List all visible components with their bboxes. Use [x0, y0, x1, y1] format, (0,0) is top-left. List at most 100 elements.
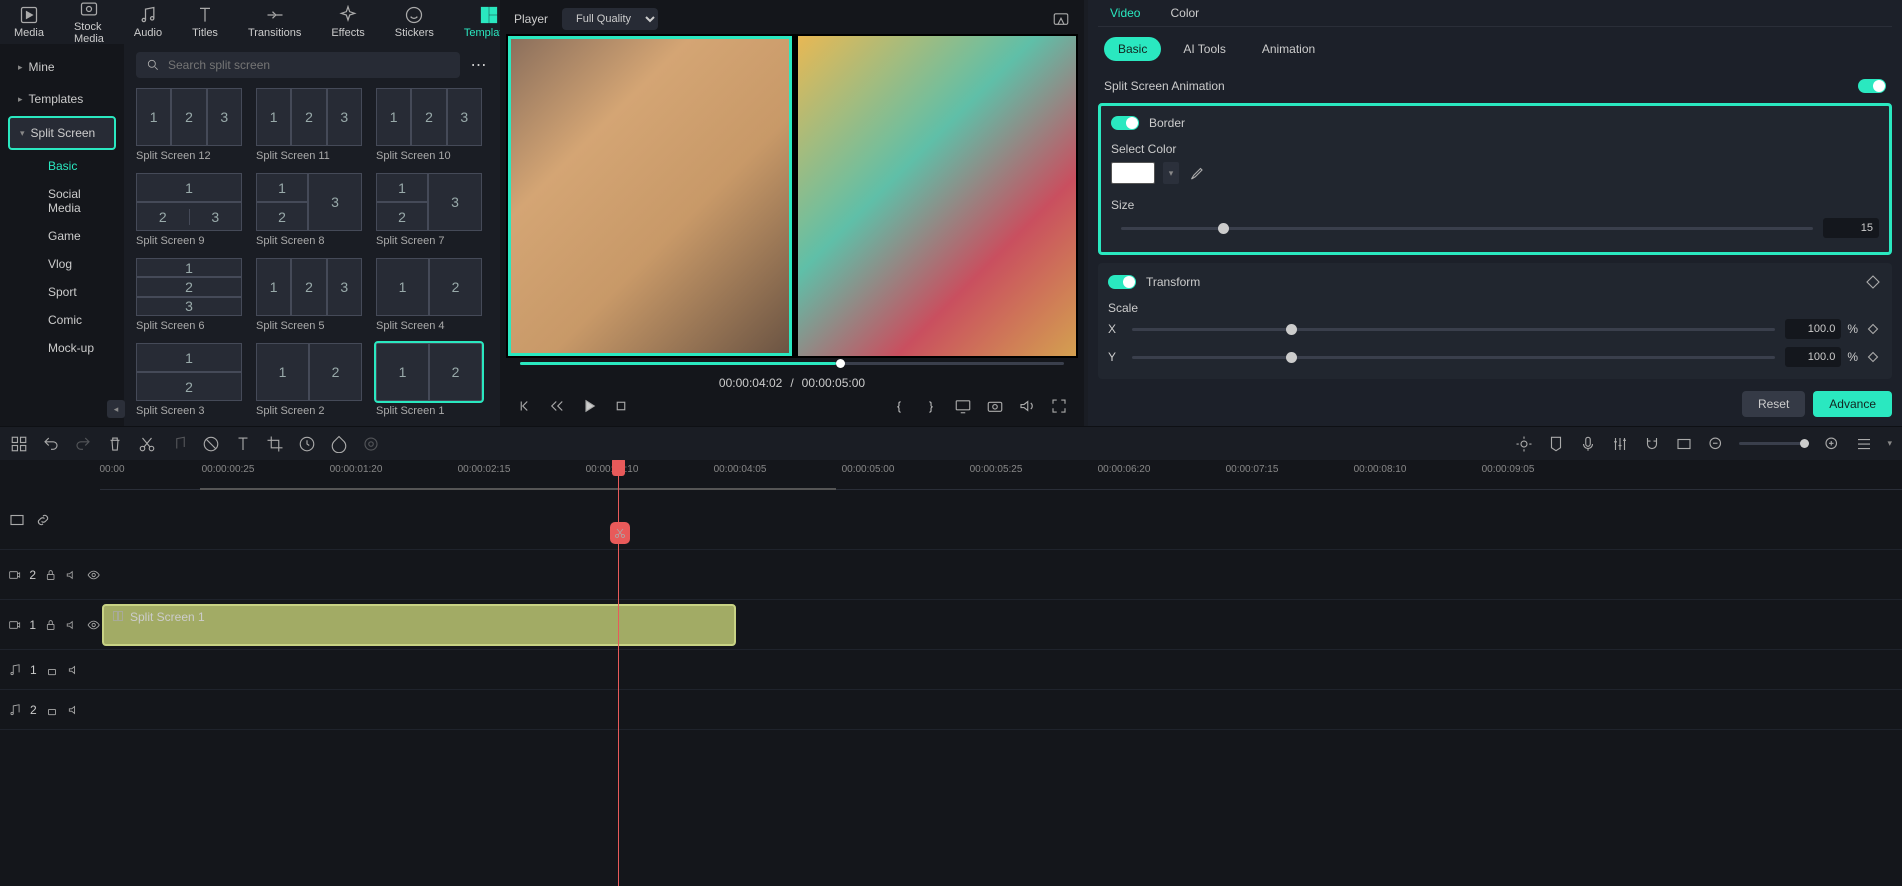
tool-crop[interactable]	[202, 435, 220, 453]
toolbar-more[interactable]: ▾	[1887, 438, 1892, 449]
template-item[interactable]: 123Split Screen 10	[376, 88, 482, 163]
snapshot-icon[interactable]	[1052, 10, 1070, 28]
lock-icon[interactable]	[44, 568, 57, 582]
color-swatch[interactable]	[1111, 162, 1155, 184]
eye-icon[interactable]	[87, 618, 100, 632]
step-back-button[interactable]	[548, 397, 566, 415]
delete-button[interactable]	[106, 435, 124, 453]
transform-toggle[interactable]	[1108, 275, 1136, 289]
zoom-fit-button[interactable]	[1855, 435, 1873, 453]
display-button[interactable]	[954, 397, 972, 415]
subtab-animation[interactable]: Animation	[1248, 37, 1329, 61]
camera-button[interactable]	[986, 397, 1004, 415]
props-tab-color[interactable]: Color	[1170, 0, 1199, 26]
lock-icon[interactable]	[45, 703, 59, 717]
size-input[interactable]	[1823, 218, 1879, 238]
tab-stickers[interactable]: Stickers	[389, 1, 440, 43]
tool-speed[interactable]	[298, 435, 316, 453]
tool-mic[interactable]	[1579, 435, 1597, 453]
nav-mine[interactable]: ▸Mine	[8, 52, 116, 82]
subnav-basic[interactable]: Basic	[36, 152, 116, 180]
scale-y-slider[interactable]	[1132, 356, 1775, 359]
template-item[interactable]: 12Split Screen 3	[136, 343, 242, 418]
tab-transitions[interactable]: Transitions	[242, 1, 307, 43]
collapse-nav-button[interactable]: ◂	[107, 400, 125, 418]
tool-mixer[interactable]	[1611, 435, 1629, 453]
subnav-vlog[interactable]: Vlog	[36, 250, 116, 278]
template-item[interactable]: 123Split Screen 11	[256, 88, 362, 163]
template-item[interactable]: 123Split Screen 12	[136, 88, 242, 163]
redo-button[interactable]	[74, 435, 92, 453]
browser-menu-button[interactable]: ⋯	[470, 56, 488, 74]
color-dropdown[interactable]: ▾	[1163, 162, 1179, 184]
tab-media[interactable]: Media	[8, 1, 50, 43]
reset-button[interactable]: Reset	[1742, 391, 1805, 417]
mark-out-button[interactable]: }	[922, 397, 940, 415]
zoom-out-button[interactable]	[1707, 435, 1725, 453]
play-button[interactable]	[580, 397, 598, 415]
zoom-slider[interactable]	[1739, 442, 1809, 445]
tool-music[interactable]	[170, 435, 188, 453]
stop-button[interactable]	[612, 397, 630, 415]
playhead-cut-icon[interactable]	[610, 522, 630, 544]
mute-icon[interactable]	[67, 663, 81, 677]
track-settings-icon[interactable]	[8, 511, 26, 529]
subnav-social-media[interactable]: Social Media	[36, 180, 116, 222]
tab-stock-media[interactable]: Stock Media	[68, 0, 110, 49]
preview-zone-2[interactable]	[798, 36, 1076, 356]
scale-x-keyframe[interactable]	[1864, 320, 1882, 338]
mute-icon[interactable]	[65, 618, 78, 632]
nav-templates[interactable]: ▸Templates	[8, 84, 116, 114]
preview-viewport[interactable]	[506, 34, 1078, 358]
zoom-in-button[interactable]	[1823, 435, 1841, 453]
tool-enhance[interactable]	[1515, 435, 1533, 453]
scale-y-input[interactable]	[1785, 347, 1841, 367]
eyedropper-button[interactable]	[1187, 164, 1205, 182]
quality-select[interactable]: Full Quality	[562, 8, 658, 30]
subnav-sport[interactable]: Sport	[36, 278, 116, 306]
mark-in-button[interactable]: {	[890, 397, 908, 415]
lock-icon[interactable]	[44, 618, 57, 632]
tool-text[interactable]	[234, 435, 252, 453]
tool-layout[interactable]	[10, 435, 28, 453]
preview-zone-1[interactable]	[508, 36, 792, 356]
subnav-game[interactable]: Game	[36, 222, 116, 250]
video-track-1[interactable]: 1Split Screen 1	[0, 600, 1902, 650]
tool-magnet[interactable]	[1643, 435, 1661, 453]
mute-icon[interactable]	[67, 703, 81, 717]
nav-split-screen[interactable]: ▾Split Screen	[8, 116, 116, 150]
time-ruler[interactable]: 00:00 00:00:00:25 00:00:01:20 00:00:02:1…	[100, 460, 1902, 490]
audio-track-2[interactable]: 2	[0, 690, 1902, 730]
search-input[interactable]	[168, 58, 450, 72]
tool-frame[interactable]	[1675, 435, 1693, 453]
size-slider[interactable]	[1121, 227, 1813, 230]
audio-track-1[interactable]: 1	[0, 650, 1902, 690]
tool-crop2[interactable]	[266, 435, 284, 453]
template-item[interactable]: 12Split Screen 2	[256, 343, 362, 418]
scale-x-input[interactable]	[1785, 319, 1841, 339]
template-item[interactable]: 123Split Screen 8	[256, 173, 362, 248]
tab-audio[interactable]: Audio	[128, 1, 168, 43]
fullscreen-button[interactable]	[1050, 397, 1068, 415]
props-tab-video[interactable]: Video	[1110, 0, 1140, 26]
cut-button[interactable]	[138, 435, 156, 453]
tool-target[interactable]	[362, 435, 380, 453]
tool-marker[interactable]	[1547, 435, 1565, 453]
mute-icon[interactable]	[65, 568, 78, 582]
tool-color[interactable]	[330, 435, 348, 453]
volume-button[interactable]	[1018, 397, 1036, 415]
subnav-comic[interactable]: Comic	[36, 306, 116, 334]
search-input-wrap[interactable]	[136, 52, 460, 78]
tab-effects[interactable]: Effects	[325, 1, 370, 43]
ssa-toggle[interactable]	[1858, 79, 1886, 93]
subnav-mockup[interactable]: Mock-up	[36, 334, 116, 362]
scale-y-keyframe[interactable]	[1864, 348, 1882, 366]
timeline-clip[interactable]: Split Screen 1	[102, 604, 736, 646]
link-icon[interactable]	[34, 511, 52, 529]
template-item[interactable]: 123Split Screen 9	[136, 173, 242, 248]
video-track-2[interactable]: 2	[0, 550, 1902, 600]
transform-keyframe-icon[interactable]	[1864, 273, 1882, 291]
prev-frame-button[interactable]	[516, 397, 534, 415]
tab-titles[interactable]: Titles	[186, 1, 224, 43]
progress-bar[interactable]	[506, 358, 1078, 376]
